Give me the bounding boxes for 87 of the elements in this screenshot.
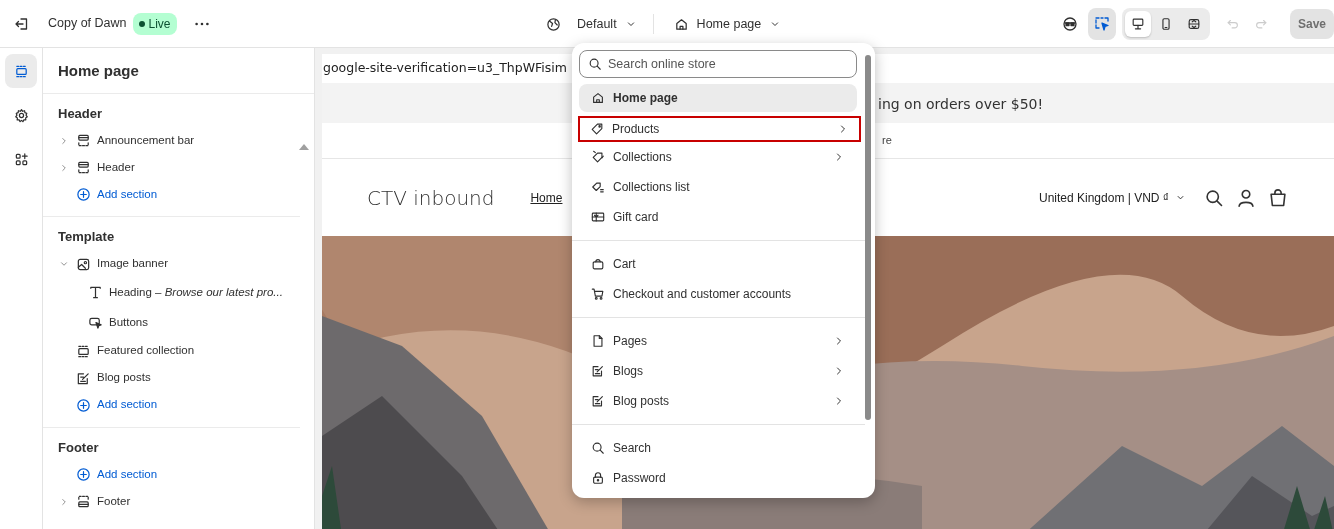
cart-icon xyxy=(591,287,605,301)
menu-item[interactable]: Checkout and customer accounts xyxy=(579,279,857,309)
globe-icon xyxy=(546,16,561,32)
header-section-icon xyxy=(76,160,91,175)
settings-icon xyxy=(13,107,29,123)
chevron-down-icon xyxy=(59,259,69,269)
block-item[interactable]: Heading – Browse our latest pro... xyxy=(88,283,283,302)
add-section-link[interactable]: Add section xyxy=(76,396,158,414)
menu-item[interactable]: Home page xyxy=(579,84,857,112)
scroll-up-icon xyxy=(299,144,309,150)
text-icon xyxy=(88,285,103,300)
tag-icon xyxy=(590,122,604,136)
search-icon xyxy=(591,441,605,455)
add-section-link[interactable]: Add section xyxy=(76,185,158,204)
add-icon xyxy=(76,467,91,482)
bag-icon xyxy=(591,257,605,271)
group-heading: Header xyxy=(57,104,104,123)
more-icon xyxy=(194,21,209,26)
home-icon xyxy=(673,16,689,32)
chevron-right-icon xyxy=(59,162,69,173)
section-item[interactable]: Blog posts xyxy=(76,369,151,387)
section-item[interactable]: Featured collection xyxy=(76,342,195,360)
search-icon xyxy=(588,57,602,71)
apps-icon xyxy=(13,151,29,167)
lock-icon xyxy=(591,471,605,485)
scrollbar[interactable] xyxy=(865,55,871,420)
store-name: CTV inbound xyxy=(367,184,495,212)
menu-item[interactable]: Cart xyxy=(579,249,857,279)
section-item[interactable]: Image banner xyxy=(76,255,168,273)
menu-item[interactable]: Collections xyxy=(579,142,857,172)
status-badge: Live xyxy=(132,12,177,35)
menu-item[interactable]: Collections list xyxy=(579,172,857,202)
device-button[interactable] xyxy=(1124,10,1151,37)
sections-icon xyxy=(13,63,29,79)
blog-icon xyxy=(591,394,605,408)
gift-card-icon xyxy=(591,210,605,224)
block-item[interactable]: Buttons xyxy=(88,313,148,332)
nav-link[interactable]: Home xyxy=(530,188,563,207)
menu-item[interactable]: Blog posts xyxy=(579,386,857,416)
menu-item[interactable]: Products xyxy=(578,116,861,142)
footer-section-icon xyxy=(76,494,91,509)
rail-tab[interactable] xyxy=(5,54,37,88)
menu-item[interactable]: Search xyxy=(579,433,857,463)
add-icon xyxy=(76,397,91,413)
locale-picker[interactable]: United Kingdom | VND ₫ xyxy=(1033,187,1192,208)
chevron-right-icon xyxy=(59,496,69,507)
tags-icon xyxy=(591,150,605,164)
face-icon xyxy=(1061,15,1078,32)
menu-item[interactable]: Blogs xyxy=(579,356,857,386)
cursor-select-icon xyxy=(1093,15,1110,32)
section-icon xyxy=(76,343,91,359)
desktop-icon xyxy=(1130,16,1145,31)
search-icon xyxy=(1204,187,1224,208)
section-item[interactable]: Header xyxy=(76,158,135,177)
inspector-button[interactable] xyxy=(1087,7,1116,40)
verification-text: google-site-verification=u3_ThpWFisim xyxy=(323,60,567,75)
group-heading: Footer xyxy=(57,438,100,457)
menu-item[interactable]: Gift card xyxy=(579,202,857,232)
group-heading: Template xyxy=(57,228,116,246)
header-section-icon xyxy=(76,133,91,148)
exit-icon xyxy=(14,15,30,32)
blog-icon xyxy=(591,364,605,378)
blog-icon xyxy=(76,370,91,386)
menu-item[interactable]: Password xyxy=(579,463,857,493)
section-item[interactable]: Announcement bar xyxy=(76,131,195,150)
fullscreen-icon xyxy=(1186,16,1201,31)
sidebar-title: Home page xyxy=(43,48,314,94)
theme-picker[interactable]: Default xyxy=(540,13,643,35)
add-icon xyxy=(76,187,91,202)
button-block-icon xyxy=(88,315,103,330)
account-icon xyxy=(1236,187,1256,208)
menu-item[interactable]: Pages xyxy=(579,326,857,356)
cart-icon xyxy=(1268,187,1288,208)
search-field[interactable]: Search online store xyxy=(579,50,857,78)
announcement-text: ing on orders over $50! xyxy=(878,96,1044,112)
page-icon xyxy=(591,334,605,348)
exit-button[interactable] xyxy=(14,15,30,32)
add-section-link[interactable]: Add section xyxy=(76,465,158,484)
chevron-right-icon xyxy=(59,135,69,146)
expand-toggle[interactable] xyxy=(58,259,70,269)
tag-list-icon xyxy=(591,180,605,194)
home-icon xyxy=(591,91,605,105)
theme-name: Copy of Dawn xyxy=(48,15,127,33)
more-button[interactable] xyxy=(194,21,209,26)
section-item[interactable]: Footer xyxy=(76,492,131,511)
page-picker[interactable]: Home page xyxy=(667,13,788,35)
image-icon xyxy=(76,256,91,272)
